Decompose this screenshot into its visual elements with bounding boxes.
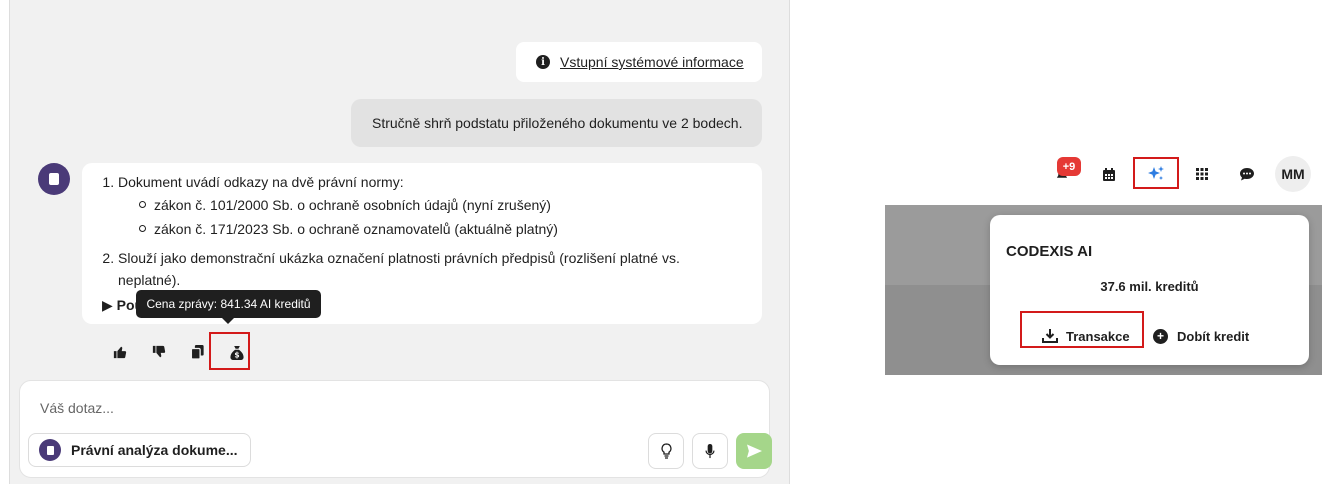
query-input[interactable]: Váš dotaz... bbox=[40, 400, 114, 416]
agent-label: Právní analýza dokume... bbox=[71, 442, 238, 458]
send-button[interactable] bbox=[736, 433, 772, 469]
lightbulb-button[interactable] bbox=[648, 433, 684, 469]
apps-grid-icon[interactable] bbox=[1187, 159, 1217, 189]
calendar-icon[interactable] bbox=[1094, 159, 1124, 189]
user-avatar[interactable]: MM bbox=[1275, 156, 1311, 192]
composer: Váš dotaz... Právní analýza dokume... bbox=[19, 380, 772, 478]
dropdown-title: CODEXIS AI bbox=[1006, 243, 1093, 260]
topup-button[interactable]: + Dobít kredit bbox=[1153, 321, 1249, 351]
highlight-box bbox=[1133, 157, 1179, 189]
user-message: Stručně shrň podstatu přiloženého dokume… bbox=[351, 99, 762, 147]
lightbulb-icon bbox=[660, 443, 672, 459]
credit-balance: 37.6 mil. kreditů bbox=[1100, 279, 1199, 294]
send-icon bbox=[746, 444, 762, 458]
bot-avatar bbox=[38, 163, 70, 195]
highlight-box bbox=[209, 332, 250, 370]
thumbs-up-icon[interactable] bbox=[100, 340, 139, 364]
thumbs-down-icon[interactable] bbox=[139, 340, 178, 364]
document-icon bbox=[49, 173, 59, 185]
list-item: zákon č. 171/2023 Sb. o ochraně oznamova… bbox=[138, 217, 740, 241]
microphone-button[interactable] bbox=[692, 433, 728, 469]
message-cost-tooltip: Cena zprávy: 841.34 AI kreditů bbox=[136, 290, 321, 324]
list-item: Slouží jako demonstrační ukázka označení… bbox=[118, 247, 740, 291]
notification-badge: +9 bbox=[1057, 157, 1081, 176]
microphone-icon bbox=[705, 443, 715, 458]
agent-selector[interactable]: Právní analýza dokume... bbox=[28, 433, 251, 467]
list-item: Dokument uvádí odkazy na dvě právní norm… bbox=[118, 171, 740, 241]
topup-label: Dobít kredit bbox=[1177, 328, 1250, 344]
system-info-chip[interactable]: i Vstupní systémové informace bbox=[516, 42, 762, 82]
info-icon: i bbox=[536, 55, 550, 69]
system-info-link[interactable]: Vstupní systémové informace bbox=[560, 54, 744, 70]
agent-avatar bbox=[39, 439, 61, 461]
chat-bubble-icon[interactable] bbox=[1232, 159, 1262, 189]
list-item: zákon č. 101/2000 Sb. o ochraně osobních… bbox=[138, 193, 740, 217]
chat-panel: i Vstupní systémové informace Stručně sh… bbox=[9, 0, 790, 484]
highlight-box bbox=[1020, 311, 1144, 348]
plus-circle-icon: + bbox=[1153, 328, 1168, 344]
bot-item-1: Dokument uvádí odkazy na dvě právní norm… bbox=[118, 174, 404, 190]
